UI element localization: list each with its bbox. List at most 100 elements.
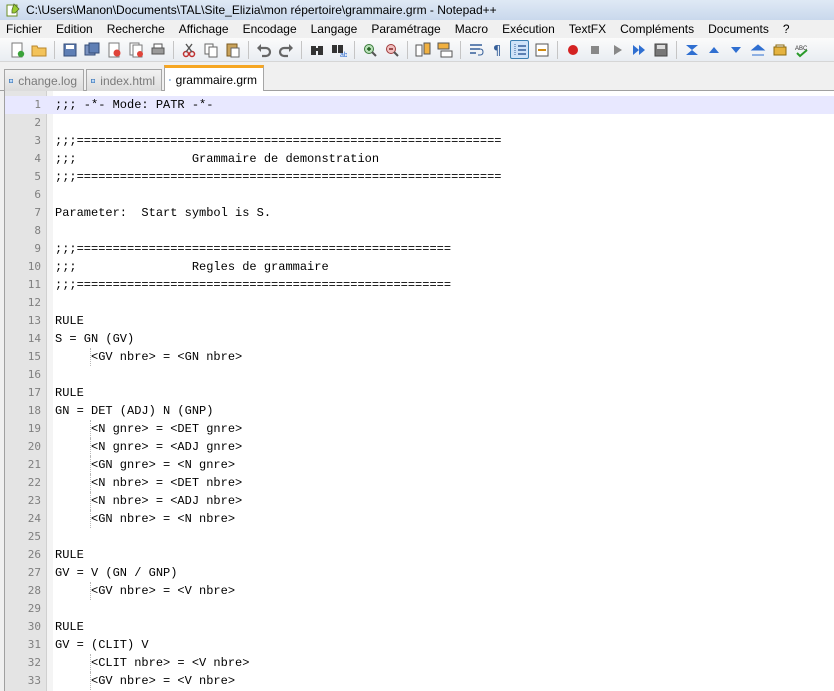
up-arrow-button[interactable]	[704, 40, 723, 59]
close-icon	[108, 42, 120, 57]
toolbar-separator	[557, 40, 558, 59]
replace-button[interactable]: ab	[329, 40, 348, 59]
editor-line[interactable]: 2	[5, 114, 834, 132]
editor-line[interactable]: 3 ;;;====================================…	[5, 132, 834, 150]
editor-line[interactable]: 12	[5, 294, 834, 312]
editor-line[interactable]: 8	[5, 222, 834, 240]
editor-line[interactable]: 10 ;;; Regles de grammaire	[5, 258, 834, 276]
editor-line[interactable]: 6	[5, 186, 834, 204]
editor-line[interactable]: 17 RULE	[5, 384, 834, 402]
user-defined-lang-button[interactable]	[532, 40, 551, 59]
sync-vertical-button[interactable]	[413, 40, 432, 59]
play-macro-button[interactable]	[607, 40, 626, 59]
close-all-button[interactable]	[126, 40, 145, 59]
menu-item[interactable]: Recherche	[100, 20, 172, 38]
show-all-chars-button[interactable]: ¶	[488, 40, 507, 59]
copy-button[interactable]	[201, 40, 220, 59]
menu-item[interactable]: Compléments	[613, 20, 701, 38]
line-text: ;;;=====================================…	[55, 134, 502, 148]
editor-line[interactable]: 27 GV = V (GN / GNP)	[5, 564, 834, 582]
tab-label: grammaire.grm	[175, 72, 257, 87]
menu-item[interactable]: Exécution	[495, 20, 562, 38]
spellcheck-button[interactable]: ABC	[792, 40, 811, 59]
undo-button[interactable]	[254, 40, 273, 59]
editor-line[interactable]: 25	[5, 528, 834, 546]
line-text: <N nbre> = <ADJ nbre>	[55, 494, 243, 508]
editor-line[interactable]: 5 ;;;====================================…	[5, 168, 834, 186]
editor-line[interactable]: 23 <N nbre> = <ADJ nbre>	[5, 492, 834, 510]
line-text: GN = DET (ADJ) N (GNP)	[55, 404, 214, 418]
menu-item[interactable]: Langage	[304, 20, 365, 38]
save-macro-button[interactable]	[651, 40, 670, 59]
open-file-button[interactable]	[29, 40, 48, 59]
editor-line[interactable]: 31 GV = (CLIT) V	[5, 636, 834, 654]
editor-line[interactable]: 14 S = GN (GV)	[5, 330, 834, 348]
editor-line[interactable]: 26 RULE	[5, 546, 834, 564]
line-text: ;;; -*- Mode: PATR -*-	[55, 98, 214, 112]
editor-line[interactable]: 24 <GN nbre> = <N nbre>	[5, 510, 834, 528]
new-file-button[interactable]	[7, 40, 26, 59]
editor-line[interactable]: 20 <N gnre> = <ADJ gnre>	[5, 438, 834, 456]
line-text: <N nbre> = <DET nbre>	[55, 476, 243, 490]
fold-button[interactable]	[682, 40, 701, 59]
menu-item[interactable]: Paramétrage	[364, 20, 447, 38]
line-number: 26	[27, 548, 41, 561]
editor-line[interactable]: 32 <CLIT nbre> = <V nbre>	[5, 654, 834, 672]
paste-button[interactable]	[223, 40, 242, 59]
editor-line[interactable]: 29	[5, 600, 834, 618]
down-arrow-button[interactable]	[726, 40, 745, 59]
save-button[interactable]	[60, 40, 79, 59]
editor-line[interactable]: 18 GN = DET (ADJ) N (GNP)	[5, 402, 834, 420]
zoom-in-button[interactable]	[360, 40, 379, 59]
menu-item[interactable]: Affichage	[172, 20, 236, 38]
print-button[interactable]	[148, 40, 167, 59]
editor-line[interactable]: 11 ;;;===================================…	[5, 276, 834, 294]
editor-line[interactable]: 9 ;;;====================================…	[5, 240, 834, 258]
close-button[interactable]	[104, 40, 123, 59]
menu-item[interactable]: Encodage	[236, 20, 304, 38]
menu-item[interactable]: Documents	[701, 20, 776, 38]
record-macro-icon	[567, 44, 578, 55]
textfx-tool-icon	[773, 44, 786, 55]
editor-line[interactable]: 15 <GV nbre> = <GN nbre>	[5, 348, 834, 366]
editor-line[interactable]: 30 RULE	[5, 618, 834, 636]
sync-horizontal-button[interactable]	[435, 40, 454, 59]
find-button[interactable]	[307, 40, 326, 59]
menu-item[interactable]: Fichier	[0, 20, 49, 38]
editor-line[interactable]: 1 ;;; -*- Mode: PATR -*-	[5, 96, 834, 114]
word-wrap-button[interactable]	[466, 40, 485, 59]
run-multiple-macro-button[interactable]	[629, 40, 648, 59]
menu-item[interactable]: Macro	[448, 20, 495, 38]
sync-horizontal-icon	[437, 42, 452, 57]
textfx-tool-button[interactable]	[770, 40, 789, 59]
line-text: GV = V (GN / GNP)	[55, 566, 178, 580]
editor-line[interactable]: 21 <GN gnre> = <N gnre>	[5, 456, 834, 474]
indent-guide-button[interactable]	[510, 40, 529, 59]
editor-line[interactable]: 33 <GV nbre> = <V nbre>	[5, 672, 834, 690]
cut-button[interactable]	[179, 40, 198, 59]
editor-line[interactable]: 19 <N gnre> = <DET gnre>	[5, 420, 834, 438]
editor-line[interactable]: 4 ;;; Grammaire de demonstration	[5, 150, 834, 168]
line-text: <GV nbre> = <GN nbre>	[55, 350, 243, 364]
editor-line[interactable]: 13 RULE	[5, 312, 834, 330]
stop-record-icon	[590, 45, 599, 54]
redo-button[interactable]	[276, 40, 295, 59]
unfold-button[interactable]	[748, 40, 767, 59]
editor-line[interactable]: 7 Parameter: Start symbol is S.	[5, 204, 834, 222]
menu-item[interactable]: Edition	[49, 20, 100, 38]
tab-grammaire-grm[interactable]: grammaire.grm	[164, 65, 264, 91]
stop-record-button[interactable]	[585, 40, 604, 59]
text-editor[interactable]: 1;;; -*- Mode: PATR -*- 2 3 ;;;============…	[4, 91, 834, 691]
record-macro-button[interactable]	[563, 40, 582, 59]
editor-line[interactable]: 22 <N nbre> = <DET nbre>	[5, 474, 834, 492]
tab-index-html[interactable]: index.html	[86, 69, 162, 91]
menu-item[interactable]: ?	[776, 20, 797, 38]
editor-line[interactable]: 28 <GV nbre> = <V nbre>	[5, 582, 834, 600]
save-all-button[interactable]	[82, 40, 101, 59]
menu-item[interactable]: TextFX	[562, 20, 613, 38]
zoom-out-button[interactable]	[382, 40, 401, 59]
tab-change-log[interactable]: change.log	[4, 69, 84, 91]
editor-line[interactable]: 16	[5, 366, 834, 384]
line-text: RULE	[55, 386, 84, 400]
line-number: 3	[34, 134, 41, 147]
